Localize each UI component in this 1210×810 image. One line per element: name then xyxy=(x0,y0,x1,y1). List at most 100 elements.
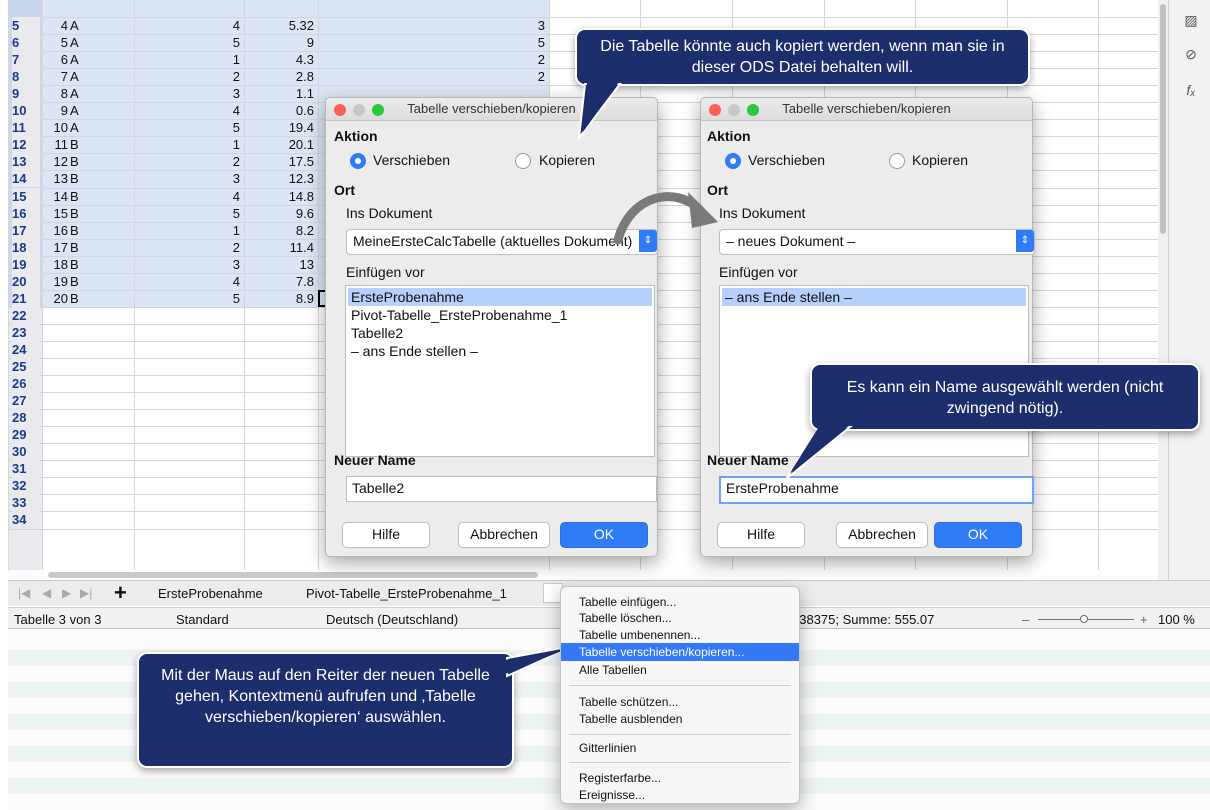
menu-item-tab-color[interactable]: Registerfarbe... xyxy=(561,769,799,787)
cell-id[interactable]: 8 xyxy=(44,85,68,102)
cell-value-a[interactable]: 3 xyxy=(134,85,240,102)
cell-value-b[interactable]: 2.8 xyxy=(244,68,314,85)
move-radio[interactable] xyxy=(725,153,741,169)
cancel-button[interactable]: Abbrechen xyxy=(458,522,550,548)
cell-id[interactable]: 18 xyxy=(44,256,68,273)
row-number[interactable]: 27 xyxy=(12,392,40,409)
cell-id[interactable]: 15 xyxy=(44,205,68,222)
row-number[interactable]: 30 xyxy=(12,443,40,460)
row-number[interactable]: 32 xyxy=(12,477,40,494)
cell-value-c[interactable]: 5 xyxy=(318,34,545,51)
list-item[interactable]: Pivot-Tabelle_ErsteProbenahme_1 xyxy=(348,306,652,324)
copy-radio[interactable] xyxy=(515,153,531,169)
row-number[interactable]: 15 xyxy=(12,188,40,205)
row-number[interactable]: 23 xyxy=(12,324,40,341)
cell-value-c[interactable]: 2 xyxy=(318,51,545,68)
cell-id[interactable]: 10 xyxy=(44,119,68,136)
cell-group[interactable]: B xyxy=(70,273,110,290)
cell-id[interactable]: 11 xyxy=(44,136,69,153)
cancel-button[interactable]: Abbrechen xyxy=(836,522,928,548)
row-number[interactable]: 18 xyxy=(12,239,40,256)
function-icon[interactable]: fₓ xyxy=(1181,80,1201,100)
row-number[interactable]: 17 xyxy=(12,222,40,239)
cell-value-a[interactable]: 3 xyxy=(134,256,240,273)
menu-item-all-sheets[interactable]: Alle Tabellen xyxy=(561,661,799,679)
zoom-in-button[interactable]: + xyxy=(1140,612,1148,627)
move-radio-label[interactable]: Verschieben xyxy=(373,152,450,168)
row-number[interactable]: 24 xyxy=(12,341,40,358)
cell-value-b[interactable]: 17.5 xyxy=(244,153,314,170)
minimize-icon[interactable] xyxy=(728,104,740,116)
row-number[interactable]: 12 xyxy=(12,136,40,153)
cell-value-a[interactable]: 1 xyxy=(134,136,240,153)
cell-value-c[interactable]: 2 xyxy=(318,68,545,85)
cell-value-b[interactable]: 12.3 xyxy=(244,170,314,187)
cell-value-a[interactable]: 5 xyxy=(134,119,240,136)
row-number[interactable]: 19 xyxy=(12,256,40,273)
cell-group[interactable]: B xyxy=(70,239,110,256)
image-icon[interactable]: ▨ xyxy=(1181,10,1201,30)
cell-value-a[interactable]: 2 xyxy=(134,68,240,85)
cell-value-c[interactable]: 3 xyxy=(318,17,545,34)
cell-value-b[interactable]: 9.6 xyxy=(244,205,314,222)
cell-group[interactable]: B xyxy=(70,256,110,273)
cell-value-a[interactable]: 1 xyxy=(134,51,240,68)
row-number[interactable]: 33 xyxy=(12,494,40,511)
cell-id[interactable]: 20 xyxy=(44,290,68,307)
row-number[interactable]: 7 xyxy=(12,51,40,68)
cell-value-a[interactable]: 1 xyxy=(134,222,240,239)
cell-group[interactable]: B xyxy=(70,153,110,170)
copy-radio-label[interactable]: Kopieren xyxy=(912,152,968,168)
help-button[interactable]: Hilfe xyxy=(342,522,430,548)
move-radio-label[interactable]: Verschieben xyxy=(748,152,825,168)
cell-value-a[interactable]: 5 xyxy=(134,34,240,51)
menu-item-protect-sheet[interactable]: Tabelle schützen... xyxy=(561,693,799,711)
cell-value-b[interactable]: 4.3 xyxy=(244,51,314,68)
cell-value-b[interactable]: 8.9 xyxy=(244,290,314,307)
tab-pivot-tabelle[interactable]: Pivot-Tabelle_ErsteProbenahme_1 xyxy=(306,586,507,601)
new-name-input[interactable]: ErsteProbenahme xyxy=(719,476,1034,504)
next-sheet-icon[interactable]: ▶ xyxy=(62,586,71,600)
cell-value-a[interactable]: 4 xyxy=(134,188,240,205)
prev-sheet-icon[interactable]: ◀ xyxy=(42,586,51,600)
row-number[interactable]: 20 xyxy=(12,273,40,290)
cell-value-b[interactable]: 13 xyxy=(244,256,314,273)
cell-group[interactable]: A xyxy=(70,85,110,102)
cell-value-a[interactable]: 3 xyxy=(134,170,240,187)
help-button[interactable]: Hilfe xyxy=(717,522,805,548)
copy-radio-label[interactable]: Kopieren xyxy=(539,152,595,168)
cell-group[interactable]: A xyxy=(70,51,110,68)
cell-value-b[interactable]: 1.1 xyxy=(244,85,314,102)
cell-id[interactable]: 14 xyxy=(44,188,68,205)
close-icon[interactable] xyxy=(334,104,346,116)
add-sheet-button[interactable]: + xyxy=(114,581,127,605)
horizontal-scrollbar[interactable] xyxy=(48,572,538,578)
row-number[interactable]: 6 xyxy=(12,34,40,51)
cell-value-a[interactable]: 4 xyxy=(134,273,240,290)
maximize-icon[interactable] xyxy=(747,104,759,116)
cell-id[interactable]: 7 xyxy=(44,68,68,85)
status-language[interactable]: Deutsch (Deutschland) xyxy=(326,612,458,627)
cell-id[interactable]: 17 xyxy=(44,239,68,256)
zoom-level[interactable]: 100 % xyxy=(1158,612,1195,627)
maximize-icon[interactable] xyxy=(372,104,384,116)
copy-radio[interactable] xyxy=(889,153,905,169)
cell-value-b[interactable]: 20.1 xyxy=(244,136,314,153)
menu-item-hide-sheet[interactable]: Tabelle ausblenden xyxy=(561,710,799,728)
cell-value-b[interactable]: 11.4 xyxy=(244,239,314,256)
row-number[interactable]: 5 xyxy=(12,17,40,34)
menu-item-gridlines[interactable]: Gitterlinien xyxy=(561,739,799,757)
row-number[interactable]: 13 xyxy=(12,153,40,170)
row-number[interactable]: 9 xyxy=(12,85,40,102)
navigator-icon[interactable]: ⊘ xyxy=(1181,44,1201,64)
cell-group[interactable]: A xyxy=(70,17,110,34)
cell-value-a[interactable]: 2 xyxy=(134,239,240,256)
cell-value-b[interactable]: 9 xyxy=(244,34,314,51)
row-number[interactable]: 22 xyxy=(12,307,40,324)
cell-group[interactable]: A xyxy=(70,34,110,51)
cell-id[interactable]: 16 xyxy=(44,222,68,239)
list-item[interactable]: ErsteProbenahme xyxy=(348,288,652,306)
row-number[interactable]: 31 xyxy=(12,460,40,477)
cell-value-b[interactable]: 7.8 xyxy=(244,273,314,290)
move-radio[interactable] xyxy=(350,153,366,169)
